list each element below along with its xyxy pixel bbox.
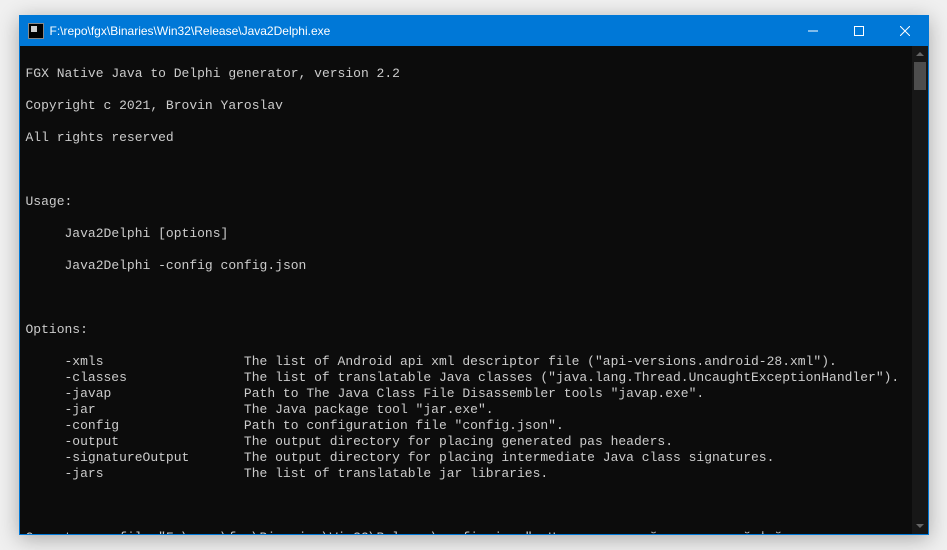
option-row: -outputThe output directory for placing … <box>26 434 906 450</box>
option-row: -signatureOutputThe output directory for… <box>26 450 906 466</box>
option-name: -config <box>65 418 244 434</box>
app-icon <box>28 23 44 39</box>
option-name: -jar <box>65 402 244 418</box>
minimize-icon <box>808 26 818 36</box>
close-icon <box>900 26 910 36</box>
error-line: Cannot open file "F:\repo\fgx\Binaries\W… <box>26 530 906 534</box>
option-row: -jarThe Java package tool "jar.exe". <box>26 402 906 418</box>
maximize-icon <box>854 26 864 36</box>
scroll-thumb[interactable] <box>914 62 926 90</box>
option-row: -javapPath to The Java Class File Disass… <box>26 386 906 402</box>
usage-header: Usage: <box>26 194 906 210</box>
option-name: -classes <box>65 370 244 386</box>
window-controls <box>790 16 928 46</box>
option-desc: The list of translatable jar libraries. <box>244 466 548 482</box>
scroll-down-button[interactable] <box>912 518 928 534</box>
usage-line: Java2Delphi -config config.json <box>26 258 906 274</box>
output-blank <box>26 162 906 178</box>
console-output[interactable]: FGX Native Java to Delphi generator, ver… <box>20 46 912 534</box>
option-desc: The list of Android api xml descriptor f… <box>244 354 837 370</box>
option-name: -xmls <box>65 354 244 370</box>
scroll-up-button[interactable] <box>912 46 928 62</box>
output-line: All rights reserved <box>26 130 906 146</box>
usage-line: Java2Delphi [options] <box>26 226 906 242</box>
maximize-button[interactable] <box>836 16 882 46</box>
window-title: F:\repo\fgx\Binaries\Win32\Release\Java2… <box>50 24 790 38</box>
option-desc: Path to The Java Class File Disassembler… <box>244 386 704 402</box>
option-name: -output <box>65 434 244 450</box>
option-desc: Path to configuration file "config.json"… <box>244 418 564 434</box>
console-body: FGX Native Java to Delphi generator, ver… <box>20 46 928 534</box>
option-row: -xmlsThe list of Android api xml descrip… <box>26 354 906 370</box>
output-blank <box>26 290 906 306</box>
output-line: FGX Native Java to Delphi generator, ver… <box>26 66 906 82</box>
scroll-track[interactable] <box>912 62 928 518</box>
option-name: -jars <box>65 466 244 482</box>
chevron-down-icon <box>916 522 924 530</box>
option-desc: The output directory for placing generat… <box>244 434 673 450</box>
output-line: Copyright c 2021, Brovin Yaroslav <box>26 98 906 114</box>
option-desc: The Java package tool "jar.exe". <box>244 402 494 418</box>
option-name: -javap <box>65 386 244 402</box>
option-row: -jarsThe list of translatable jar librar… <box>26 466 906 482</box>
console-window: F:\repo\fgx\Binaries\Win32\Release\Java2… <box>19 15 929 535</box>
titlebar[interactable]: F:\repo\fgx\Binaries\Win32\Release\Java2… <box>20 16 928 46</box>
vertical-scrollbar[interactable] <box>912 46 928 534</box>
chevron-up-icon <box>916 50 924 58</box>
options-header: Options: <box>26 322 906 338</box>
output-blank <box>26 498 906 514</box>
close-button[interactable] <box>882 16 928 46</box>
option-name: -signatureOutput <box>65 450 244 466</box>
option-row: -classesThe list of translatable Java cl… <box>26 370 906 386</box>
option-row: -configPath to configuration file "confi… <box>26 418 906 434</box>
option-desc: The output directory for placing interme… <box>244 450 775 466</box>
option-desc: The list of translatable Java classes ("… <box>244 370 899 386</box>
minimize-button[interactable] <box>790 16 836 46</box>
options-list: -xmlsThe list of Android api xml descrip… <box>26 354 906 482</box>
